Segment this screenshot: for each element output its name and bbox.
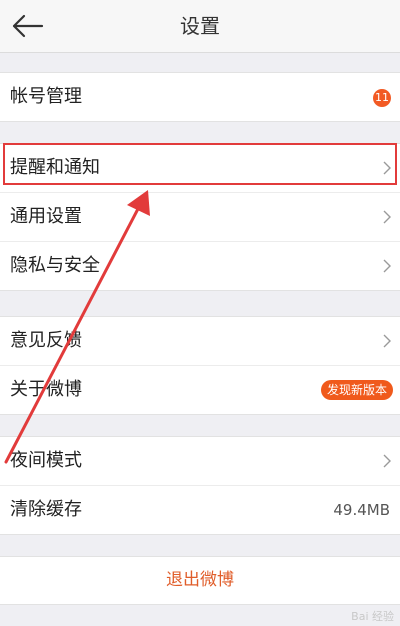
settings-item-night-mode[interactable]: 夜间模式 [0,437,400,485]
logout-group: 退出微博 [0,556,400,605]
settings-item-label: 意见反馈 [10,330,82,351]
account-group: 帐号管理 11 [0,72,400,122]
logout-button[interactable]: 退出微博 [0,557,400,604]
back-arrow-icon [12,14,44,38]
settings-item-notifications[interactable]: 提醒和通知 [0,144,400,192]
settings-item-general[interactable]: 通用设置 [0,192,400,241]
notification-count-badge: 11 [373,89,391,107]
new-version-badge: 发现新版本 [320,380,393,400]
chevron-right-icon [383,259,391,273]
chevron-right-icon [383,161,391,175]
chevron-right-icon [383,454,391,468]
settings-item-label: 通用设置 [10,206,82,227]
chevron-right-icon [383,210,391,224]
about-group: 意见反馈 关于微博 发现新版本 [0,316,400,415]
settings-item-label: 提醒和通知 [10,157,100,178]
back-button[interactable] [10,10,46,42]
settings-item-label: 关于微博 [10,379,82,400]
settings-item-feedback[interactable]: 意见反馈 [0,317,400,365]
chevron-right-icon [383,334,391,348]
settings-item-label: 清除缓存 [10,499,82,520]
settings-item-account[interactable]: 帐号管理 11 [0,73,400,121]
page-title: 设置 [180,14,220,38]
settings-item-about[interactable]: 关于微博 发现新版本 [0,365,400,414]
display-group: 夜间模式 清除缓存 49.4MB [0,436,400,535]
cache-size-value: 49.4MB [333,501,390,519]
general-group: 提醒和通知 通用设置 隐私与安全 [0,143,400,291]
top-bar: 设置 [0,0,400,53]
settings-item-label: 夜间模式 [10,450,82,471]
settings-item-clear-cache[interactable]: 清除缓存 49.4MB [0,485,400,534]
settings-item-label: 帐号管理 [10,86,82,107]
settings-item-privacy[interactable]: 隐私与安全 [0,241,400,290]
watermark: Bai 经验 [351,610,394,623]
settings-item-label: 隐私与安全 [10,255,100,276]
